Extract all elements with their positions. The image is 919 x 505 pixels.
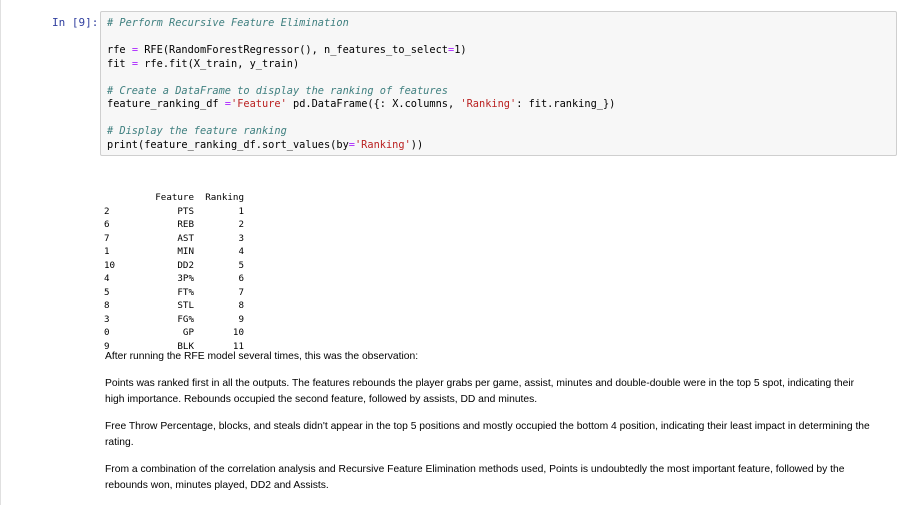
row-index: 4 xyxy=(104,273,110,284)
observation-bottom-features: Free Throw Percentage, blocks, and steal… xyxy=(105,421,870,448)
row-index: 1 xyxy=(104,246,110,257)
table-row: 4 3P% 6 xyxy=(104,272,244,286)
row-index: 0 xyxy=(104,327,110,338)
row-ranking: 5 xyxy=(238,259,244,271)
table-row: 8 STL 8 xyxy=(104,299,244,313)
code-token: rfe xyxy=(107,44,132,56)
row-index: 2 xyxy=(104,205,110,217)
code-comment: # Create a DataFrame to display the rank… xyxy=(107,84,448,97)
code-token: rfe.fit(X_train, y_train) xyxy=(138,57,300,70)
code-line: # Display the feature ranking xyxy=(107,125,615,139)
row-ranking: 7 xyxy=(238,286,244,298)
row-feature: GP xyxy=(182,327,194,338)
row-ranking: 4 xyxy=(238,246,244,257)
header-index xyxy=(104,191,128,205)
code-cell-input[interactable]: # Perform Recursive Feature Elimination … xyxy=(100,11,897,156)
row-index: 3 xyxy=(104,313,110,325)
code-token: print(feature_ranking_df.sort_values(by xyxy=(107,138,349,151)
code-token: feature_ranking_df xyxy=(107,98,225,110)
code-line: fit = rfe.fit(X_train, y_train) xyxy=(107,58,615,72)
code-token: 1) xyxy=(454,44,467,56)
table-row: 1 MIN 4 xyxy=(104,245,244,259)
code-line: print(feature_ranking_df.sort_values(by=… xyxy=(107,139,615,153)
header-feature: Feature xyxy=(155,192,194,203)
row-ranking: 10 xyxy=(232,327,244,338)
row-index: 7 xyxy=(104,232,110,244)
cell-output: Feature Ranking 2 PTS 1 6 REB 2 7 AST 3 1 MIN 4 10 DD… xyxy=(104,164,244,367)
row-ranking: 6 xyxy=(238,273,244,284)
table-row: 6 REB 2 xyxy=(104,218,244,232)
code-line: # Create a DataFrame to display the rank… xyxy=(107,85,615,99)
table-row: 3 FG% 9 xyxy=(104,313,244,327)
code-line: # Perform Recursive Feature Elimination xyxy=(107,17,615,31)
observation-intro: After running the RFE model several time… xyxy=(105,351,419,362)
row-ranking: 2 xyxy=(238,219,244,230)
row-feature: MIN xyxy=(177,246,194,257)
ranking-table: Feature Ranking 2 PTS 1 6 REB 2 7 AST 3 1 MIN 4 10 DD… xyxy=(104,191,244,353)
code-line: feature_ranking_df ='Feature' pd.DataFra… xyxy=(107,98,615,112)
row-feature: FT% xyxy=(177,286,194,298)
table-row: 2 PTS 1 xyxy=(104,205,244,219)
row-feature: AST xyxy=(177,232,194,244)
code-token: : X.columns, xyxy=(379,98,461,110)
row-feature: REB xyxy=(177,219,194,230)
table-header-row: Feature Ranking xyxy=(104,191,244,205)
code-block[interactable]: # Perform Recursive Feature Elimination … xyxy=(107,17,615,152)
code-token: pd.DataFrame({ xyxy=(286,98,380,110)
code-token: RFE(RandomForestRegressor(), n_features_… xyxy=(138,44,448,56)
row-feature: PTS xyxy=(177,205,194,217)
input-prompt: In [9]: xyxy=(52,16,99,29)
code-string: 'Ranking' xyxy=(460,98,517,110)
code-string: 'Feature' xyxy=(231,98,287,110)
markdown-cell: After running the RFE model several time… xyxy=(105,349,875,505)
code-comment: # Perform Recursive Feature Elimination xyxy=(107,17,349,29)
table-body: 2 PTS 1 6 REB 2 7 AST 3 1 MIN 4 10 DD2 5 4 3P% 6 5 FT% 7 8 STL… xyxy=(104,205,244,354)
row-ranking: 1 xyxy=(238,205,244,217)
row-feature: STL xyxy=(177,300,194,311)
row-ranking: 8 xyxy=(238,300,244,311)
row-ranking: 9 xyxy=(238,313,244,325)
code-token: fit xyxy=(107,57,132,70)
code-comment: # Display the feature ranking xyxy=(107,125,287,137)
table-row: 0 GP 10 xyxy=(104,326,244,340)
table-row: 5 FT% 7 xyxy=(104,286,244,300)
code-line: rfe = RFE(RandomForestRegressor(), n_fea… xyxy=(107,44,615,58)
row-index: 8 xyxy=(104,300,110,311)
code-string: 'Ranking' xyxy=(354,138,411,151)
row-index: 5 xyxy=(104,286,110,298)
row-feature: 3P% xyxy=(177,273,194,284)
code-token: : fit.ranking_}) xyxy=(516,98,616,110)
observation-conclusion: From a combination of the correlation an… xyxy=(105,464,845,491)
header-ranking: Ranking xyxy=(205,192,244,203)
table-row: 10 DD2 5 xyxy=(104,259,244,273)
row-index: 6 xyxy=(104,219,110,230)
row-ranking: 3 xyxy=(238,232,244,244)
row-feature: DD2 xyxy=(177,259,194,271)
code-token: )) xyxy=(410,138,424,151)
table-row: 7 AST 3 xyxy=(104,232,244,246)
observation-points: Points was ranked first in all the outpu… xyxy=(105,378,855,405)
row-feature: FG% xyxy=(177,313,194,325)
row-index: 10 xyxy=(104,259,116,271)
